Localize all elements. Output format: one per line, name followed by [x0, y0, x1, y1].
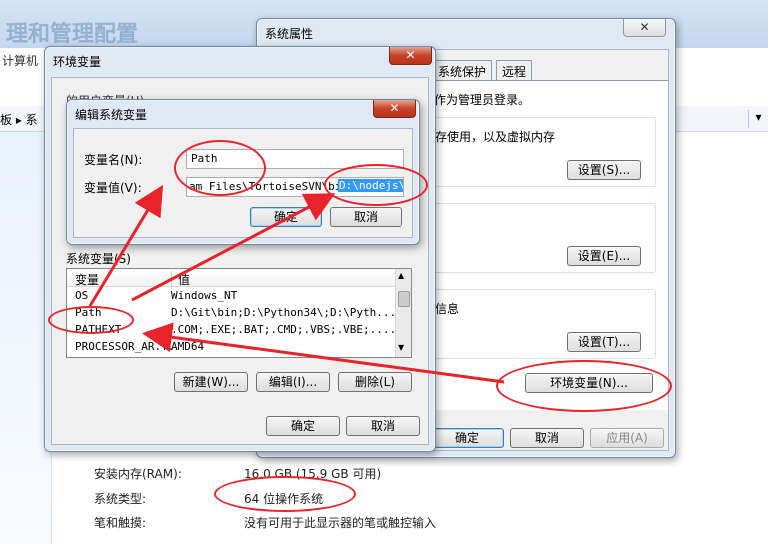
annotation-ellipse-env-button: [496, 360, 672, 412]
startup-settings-button[interactable]: 设置(T)...: [567, 332, 641, 352]
column-header-variable[interactable]: 变量: [75, 271, 99, 288]
ok-button[interactable]: 确定: [430, 428, 504, 448]
admin-note: 作为管理员登录。: [434, 93, 531, 107]
cancel-button[interactable]: 取消: [510, 428, 584, 448]
window-title: 系统属性: [265, 27, 314, 41]
control-panel-title: 理和管理配置: [6, 22, 139, 47]
annotation-ellipse-value: [324, 164, 428, 206]
cancel-button[interactable]: 取消: [330, 207, 402, 227]
row-name: OS: [75, 289, 89, 302]
row-value: Windows_NT: [171, 289, 238, 302]
table-row[interactable]: OS Windows_NT: [67, 289, 395, 305]
row-name: PROCESSOR_AR...: [75, 340, 175, 353]
spec-pen-label: 笔和触摸:: [94, 516, 147, 530]
row-value: AMD64: [171, 340, 205, 353]
column-header-value[interactable]: 值: [171, 271, 190, 289]
close-icon[interactable]: ✕: [373, 100, 416, 118]
table-row[interactable]: PROCESSOR_AR... AMD64: [67, 340, 395, 356]
ok-button[interactable]: 确定: [250, 207, 322, 227]
apply-button[interactable]: 应用(A): [590, 428, 664, 448]
delete-variable-button[interactable]: 删除(L): [338, 372, 412, 392]
close-icon[interactable]: ✕: [623, 19, 666, 37]
annotation-ellipse-path-row: [48, 306, 134, 334]
performance-text: 存使用，以及虚拟内存: [435, 130, 556, 144]
window-title: 环境变量: [53, 55, 102, 69]
row-value: .COM;.EXE;.BAT;.CMD;.VBS;.VBE;....: [171, 323, 397, 336]
spec-type-label: 系统类型:: [94, 492, 147, 506]
chevron-down-icon[interactable]: ▾: [748, 110, 768, 128]
row-value: D:\Git\bin;D:\Python34\;D:\Pyth...: [171, 306, 397, 319]
startup-text: 信息: [435, 302, 460, 316]
list-header: 变量 值: [67, 269, 395, 289]
tab-remote[interactable]: 远程: [496, 60, 533, 80]
list-scrollbar[interactable]: ▲ ▼: [395, 269, 411, 357]
close-icon[interactable]: ✕: [389, 47, 432, 65]
user-profiles-group: 设置(E)...: [434, 203, 656, 273]
ok-button[interactable]: 确定: [266, 416, 340, 436]
annotation-ellipse-name: [174, 140, 266, 196]
spec-pen-value: 没有可用于此显示器的笔或触控输入: [244, 516, 437, 530]
performance-group: 存使用，以及虚拟内存 设置(S)...: [434, 117, 656, 187]
dialog-title: 编辑系统变量: [75, 108, 148, 122]
address-path: 板 ▸ 系: [0, 113, 38, 127]
scroll-up-icon[interactable]: ▲: [398, 271, 404, 280]
system-variables-label: 系统变量(S): [66, 252, 131, 266]
startup-recovery-group: 信息 设置(T)...: [434, 289, 656, 359]
annotation-ellipse-system-type: [214, 476, 356, 512]
tab-system-protection[interactable]: 系统保护: [432, 60, 493, 80]
performance-settings-button[interactable]: 设置(S)...: [567, 160, 641, 180]
edit-variable-button[interactable]: 编辑(I)...: [256, 372, 330, 392]
variable-value-label: 变量值(V):: [84, 181, 142, 195]
user-profiles-settings-button[interactable]: 设置(E)...: [567, 246, 641, 266]
scroll-down-icon[interactable]: ▼: [398, 343, 404, 352]
scroll-thumb[interactable]: [398, 291, 410, 307]
variable-name-label: 变量名(N):: [84, 153, 143, 167]
spec-ram-label: 安装内存(RAM):: [94, 467, 182, 481]
cancel-button[interactable]: 取消: [346, 416, 420, 436]
new-variable-button[interactable]: 新建(W)...: [174, 372, 248, 392]
